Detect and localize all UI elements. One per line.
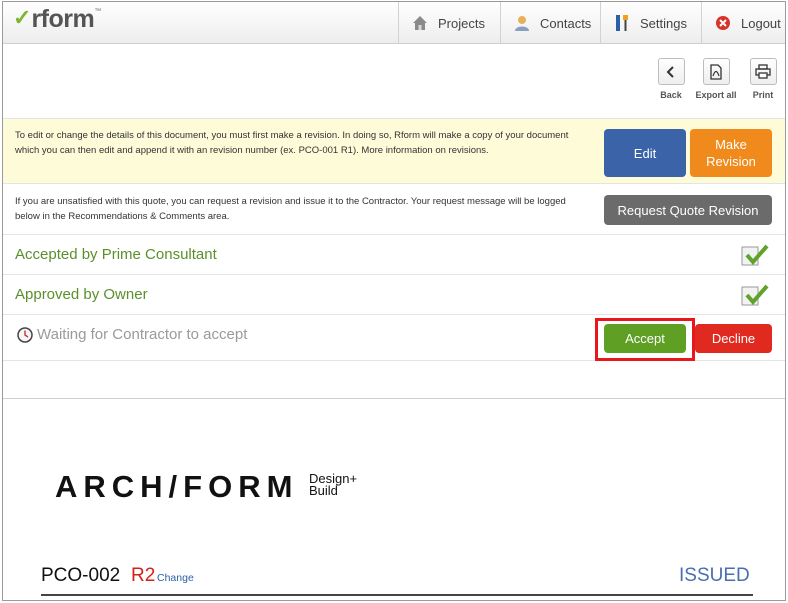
nav-logout[interactable]: Logout xyxy=(701,2,785,44)
nav-settings[interactable]: Settings xyxy=(600,2,701,44)
change-link[interactable]: Change xyxy=(157,572,194,584)
approved-check-icon xyxy=(741,284,769,306)
logo-wordmark: rform xyxy=(31,5,95,33)
toolbar-area xyxy=(3,44,785,119)
status-row-owner: Approved by Owner xyxy=(3,275,785,315)
top-navigation-bar: ✓ rform ™ Projects Contacts Settings Log… xyxy=(3,2,785,44)
person-icon xyxy=(513,14,531,32)
make-revision-button[interactable]: Make Revision xyxy=(690,129,772,177)
revision-notice-text: To edit or change the details of this do… xyxy=(15,130,569,156)
decline-button[interactable]: Decline xyxy=(695,324,772,353)
request-quote-revision-button[interactable]: Request Quote Revision xyxy=(604,195,772,225)
tools-icon xyxy=(613,14,631,32)
nav-projects-label: Projects xyxy=(438,15,485,31)
logo-trademark: ™ xyxy=(94,8,102,15)
revision-number: R2 xyxy=(131,565,156,586)
document-divider xyxy=(41,594,753,596)
status-owner-text: Approved by Owner xyxy=(15,286,148,303)
document-preview: ARCH/FORM Design+ Build PCO-002 R2 Chang… xyxy=(3,398,785,600)
status-row-contractor: Waiting for Contractor to accept Accept … xyxy=(3,315,785,361)
document-status: ISSUED xyxy=(679,565,750,586)
status-prime-text: Accepted by Prime Consultant xyxy=(15,246,217,263)
quote-revision-text: If you are unsatisfied with this quote, … xyxy=(15,196,566,222)
status-contractor-text: Waiting for Contractor to accept xyxy=(37,326,248,343)
approved-check-icon xyxy=(741,244,769,266)
company-logo-main: ARCH/FORM xyxy=(55,469,299,504)
nav-projects[interactable]: Projects xyxy=(398,2,500,44)
app-window: ✓ rform ™ Projects Contacts Settings Log… xyxy=(2,1,786,601)
company-logo-sub-line2: Build xyxy=(309,483,338,498)
nav-contacts-label: Contacts xyxy=(540,15,592,31)
nav-logout-label: Logout xyxy=(741,15,781,31)
logo-check-mark: ✓ xyxy=(13,5,32,30)
house-icon xyxy=(411,14,429,32)
rform-logo[interactable]: ✓ rform ™ xyxy=(13,6,101,38)
status-row-prime: Accepted by Prime Consultant xyxy=(3,235,785,275)
quote-revision-notice: If you are unsatisfied with this quote, … xyxy=(3,185,785,235)
nav-contacts[interactable]: Contacts xyxy=(500,2,600,44)
document-number: PCO-002 xyxy=(41,565,121,586)
logout-x-icon xyxy=(714,14,732,32)
edit-button[interactable]: Edit xyxy=(604,129,686,177)
revision-notice: To edit or change the details of this do… xyxy=(3,119,785,184)
nav-settings-label: Settings xyxy=(640,15,687,31)
company-logo-sub: Design+ Build xyxy=(309,472,357,498)
clock-icon xyxy=(17,327,33,343)
accept-button[interactable]: Accept xyxy=(604,324,686,353)
